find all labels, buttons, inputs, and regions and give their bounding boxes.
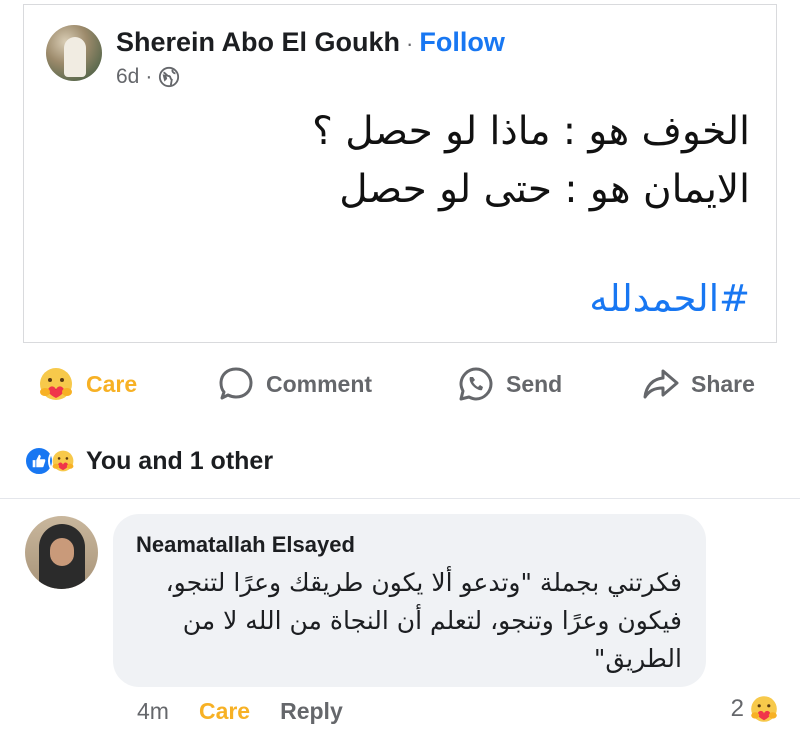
comment-text: فكرتني بجملة "وتدعو ألا يكون طريقك وعرًا… [122,564,682,678]
post-timestamp[interactable]: 6d [116,65,139,89]
comment-actions: 4m Care Reply [137,698,343,725]
header-separator: · [406,31,414,56]
post-text-line: الايمان هو : حتى لو حصل [339,167,750,212]
care-reaction-button[interactable]: Care [36,364,137,404]
commenter-avatar[interactable] [25,516,98,589]
comment-care-button[interactable]: Care [199,698,250,725]
comment-text-line: فكرتني بجملة "وتدعو ألا يكون طريقك وعرًا… [165,568,682,597]
comment-timestamp[interactable]: 4m [137,698,169,725]
post-header: Sherein Abo El Goukh · Follow [116,27,505,58]
shared-post-card[interactable]: Sherein Abo El Goukh · Follow 6d · الخوف… [23,4,777,343]
post-text-line: الخوف هو : ماذا لو حصل ؟ [312,109,750,154]
follow-button[interactable]: Follow [419,27,504,58]
comment-bubble-icon [219,367,253,400]
share-button[interactable]: Share [641,364,755,404]
comment-text-line: الطريق" [593,644,682,673]
care-icon [40,368,72,400]
comment-text-line: فيكون وعرًا وتنجو، لتعلم أن النجاة من ال… [182,606,682,635]
post-action-bar: Care Comment Send Share [0,350,800,420]
care-icon [751,696,777,722]
divider [0,498,800,499]
hashtag-link[interactable]: #الحمدلله [589,277,750,320]
meta-separator: · [145,65,153,88]
send-button[interactable]: Send [456,364,562,404]
comment-author-name[interactable]: Neamatallah Elsayed [136,532,355,558]
reactions-summary-text[interactable]: You and 1 other [86,447,273,476]
globe-icon [159,66,180,88]
comment-bubble[interactable]: Neamatallah Elsayed فكرتني بجملة "وتدعو … [113,514,706,687]
care-label: Care [86,370,138,397]
comment-label: Comment [266,370,373,397]
care-icon [48,446,78,476]
post-meta: 6d · [116,65,180,89]
post-text: الخوف هو : ماذا لو حصل ؟ الايمان هو : حت… [150,103,750,219]
share-label: Share [691,370,755,397]
author-avatar[interactable] [46,25,102,81]
comment-reaction-count[interactable]: 2 [731,693,780,725]
reactions-summary[interactable]: You and 1 other [24,442,273,480]
post-author-name[interactable]: Sherein Abo El Goukh [116,27,400,58]
send-label: Send [506,370,563,397]
comment-button[interactable]: Comment [216,364,372,404]
comment-reaction-number: 2 [730,695,744,722]
whatsapp-icon [459,367,493,401]
share-arrow-icon [643,369,679,399]
comment-reply-button[interactable]: Reply [280,698,343,725]
